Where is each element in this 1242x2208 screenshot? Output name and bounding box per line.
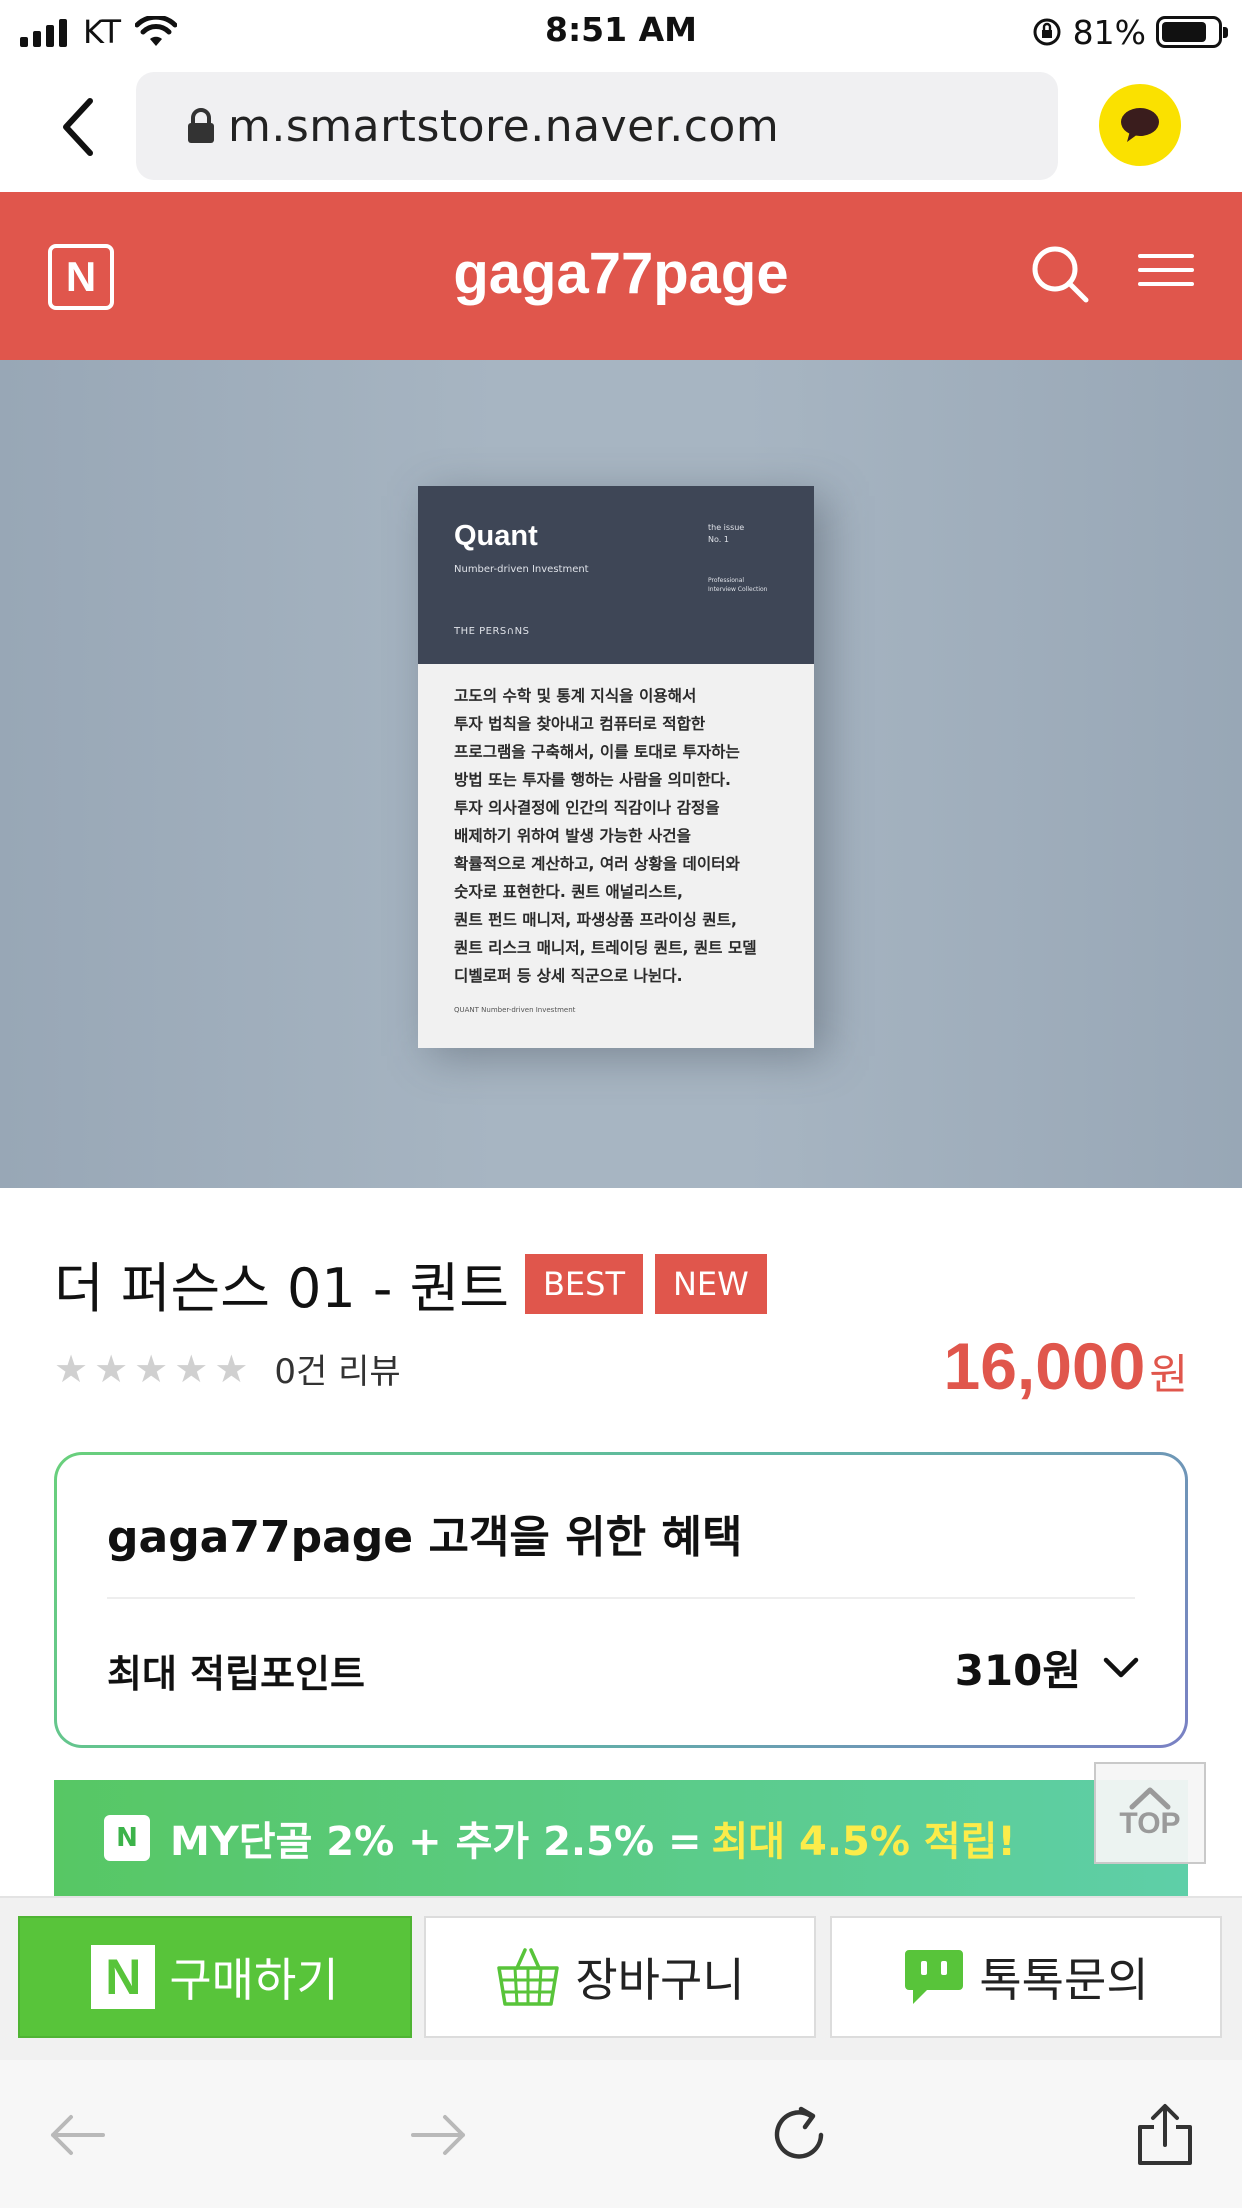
benefit-title: gaga77page 고객을 위한 혜택: [107, 1512, 743, 1563]
buy-button[interactable]: N 구매하기: [18, 1916, 412, 2038]
talk-label: 톡톡문의: [979, 1953, 1149, 2007]
benefit-divider: [107, 1597, 1135, 1599]
star-rating: ★ ★ ★ ★ ★: [54, 1347, 254, 1391]
lock-icon: [188, 108, 214, 143]
talk-inquiry-button[interactable]: 톡톡문의: [830, 1916, 1222, 2038]
kakao-talk-button[interactable]: [1099, 84, 1181, 166]
store-header: N gaga77page: [0, 192, 1242, 360]
reload-icon: [774, 2106, 824, 2159]
search-icon: [1032, 246, 1089, 303]
book-subtitle: Number-driven Investment: [454, 564, 589, 575]
scroll-top-button[interactable]: TOP: [1094, 1762, 1206, 1864]
book-cover-top: Quant Number-driven Investment the issue…: [418, 486, 814, 664]
star-icon: ★: [174, 1346, 209, 1391]
orientation-lock-icon: [1033, 18, 1061, 46]
arrow-right-icon: [411, 2115, 465, 2155]
naver-points-icon: N: [104, 1815, 150, 1861]
url-text: m.smartstore.naver.com: [228, 100, 780, 152]
product-price: 16,000 원: [943, 1328, 1188, 1404]
rating-row[interactable]: ★ ★ ★ ★ ★ 0건 리뷰: [54, 1344, 401, 1393]
star-icon: ★: [54, 1346, 89, 1391]
new-badge: NEW: [654, 1253, 767, 1314]
chevron-left-icon: [63, 98, 93, 156]
book-issue: the issue No. 1: [708, 523, 745, 544]
shopping-basket-icon: [497, 1948, 560, 2006]
promo-text: MY단골 2% + 추가 2.5% =: [170, 1819, 702, 1865]
points-toggle[interactable]: 310원: [955, 1637, 1139, 1698]
chevron-down-icon: [1103, 1657, 1139, 1677]
browser-toolbar: [0, 2060, 1242, 2208]
naver-pay-icon: N: [91, 1945, 156, 2009]
hamburger-icon: [1138, 254, 1194, 286]
status-right: 81%: [1031, 12, 1228, 52]
cart-label: 장바구니: [575, 1953, 745, 2007]
book-cover: Quant Number-driven Investment the issue…: [418, 486, 814, 1048]
benefit-card-inner: gaga77page 고객을 위한 혜택 최대 적립포인트 310원: [57, 1455, 1185, 1745]
product-image[interactable]: Quant Number-driven Investment the issue…: [0, 360, 1242, 1188]
book-body-text: 고도의 수학 및 통계 지식을 이용해서 투자 법칙을 찾아내고 컴퓨터로 적합…: [454, 687, 757, 985]
share-icon: [1138, 2104, 1192, 2165]
star-icon: ★: [94, 1346, 129, 1391]
share-button[interactable]: [1130, 2100, 1200, 2170]
buy-label: 구매하기: [169, 1953, 339, 2007]
book-collection: Professional Interview Collection: [708, 577, 768, 593]
url-field[interactable]: m.smartstore.naver.com: [136, 72, 1058, 180]
action-bar: N 구매하기 장바구니 톡톡문의: [0, 1896, 1242, 2060]
browser-back-button[interactable]: [48, 92, 108, 162]
points-label: 최대 적립포인트: [107, 1652, 365, 1696]
reload-button[interactable]: [766, 2100, 836, 2170]
promo-highlight: 최대 4.5% 적립!: [711, 1819, 1016, 1865]
battery-percent: 81%: [1072, 12, 1146, 52]
product-title-row: 더 퍼슨스 01 - 퀀트 BEST NEW: [54, 1244, 767, 1323]
browser-url-bar: m.smartstore.naver.com: [0, 62, 1242, 192]
speech-bubble-icon: [1121, 108, 1159, 142]
cart-button[interactable]: 장바구니: [424, 1916, 816, 2038]
scroll-top-label: TOP: [1119, 1807, 1181, 1840]
best-badge: BEST: [524, 1253, 643, 1314]
hamburger-menu-button[interactable]: [1138, 244, 1194, 304]
review-count: 0건 리뷰: [274, 1352, 401, 1392]
star-icon: ★: [134, 1346, 169, 1391]
product-title: 더 퍼슨스 01 - 퀀트: [54, 1257, 509, 1320]
browser-back-arrow-button[interactable]: [42, 2100, 112, 2170]
browser-forward-arrow-button[interactable]: [404, 2100, 474, 2170]
price-value: 16,000: [943, 1329, 1146, 1403]
arrow-left-icon: [51, 2115, 105, 2155]
book-publisher: THE PERS∩NS: [454, 626, 530, 637]
chat-bubble-icon: [905, 1950, 964, 2004]
price-unit: 원: [1149, 1350, 1188, 1399]
book-footer: QUANT Number-driven Investment: [454, 1006, 576, 1014]
benefit-card: gaga77page 고객을 위한 혜택 최대 적립포인트 310원: [54, 1452, 1188, 1748]
search-button[interactable]: [1028, 242, 1092, 306]
battery-icon: [1156, 16, 1228, 48]
status-bar: KT 8:51 AM 81%: [0, 0, 1242, 62]
book-title: Quant: [454, 520, 538, 552]
star-icon: ★: [214, 1346, 249, 1391]
points-value: 310원: [954, 1646, 1081, 1695]
promo-banner[interactable]: N MY단골 2% + 추가 2.5% = 최대 4.5% 적립!: [54, 1780, 1188, 1896]
